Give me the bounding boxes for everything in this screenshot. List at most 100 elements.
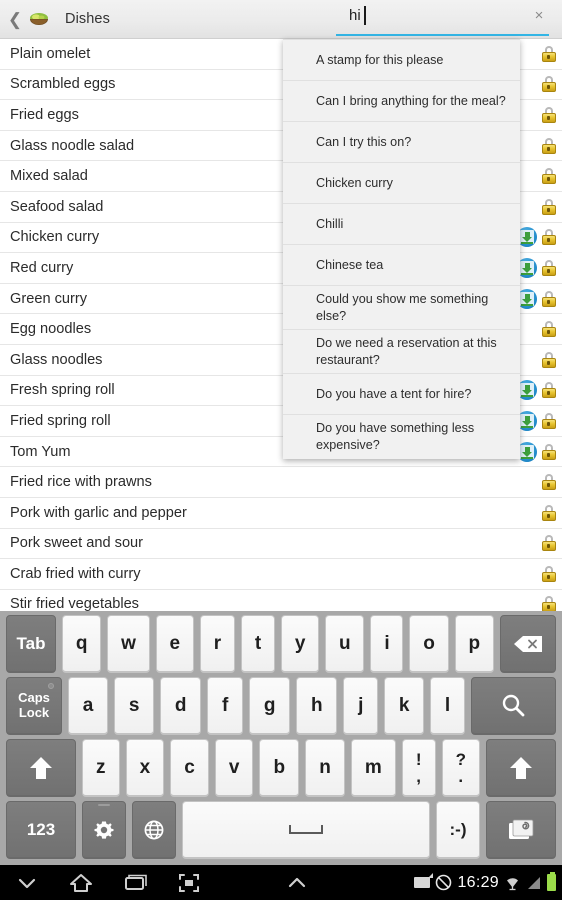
- key-v[interactable]: v: [214, 739, 254, 797]
- close-icon[interactable]: ×: [530, 7, 548, 25]
- suggestion-item[interactable]: Chilli: [283, 204, 520, 245]
- table-row[interactable]: Pork sweet and sour: [0, 528, 562, 560]
- lock-icon[interactable]: [541, 443, 556, 460]
- onscreen-keyboard[interactable]: Tab q w e r t y u i o p Caps Lock a s d …: [0, 611, 562, 865]
- lock-icon[interactable]: [541, 535, 556, 552]
- shift-arrow-icon-right[interactable]: [485, 739, 556, 797]
- lock-icon[interactable]: [541, 168, 556, 185]
- dish-name: Green curry: [10, 290, 88, 307]
- chevron-up-icon[interactable]: [270, 865, 324, 900]
- home-icon[interactable]: [54, 865, 108, 900]
- key-i[interactable]: i: [370, 615, 404, 673]
- no-sound-icon: [435, 874, 452, 891]
- table-row[interactable]: Stir fried vegetables: [0, 589, 562, 611]
- globe-icon[interactable]: [132, 801, 176, 859]
- key-h[interactable]: h: [296, 677, 338, 735]
- key-w[interactable]: w: [107, 615, 150, 673]
- key-m[interactable]: m: [350, 739, 396, 797]
- clipboard-icon[interactable]: [486, 801, 556, 859]
- suggestion-item[interactable]: Do you have a tent for hire?: [283, 374, 520, 416]
- lock-icon[interactable]: [541, 474, 556, 491]
- suggestion-item[interactable]: Could you show me something else?: [283, 286, 520, 331]
- suggestion-item[interactable]: Do we need a reservation at this restaur…: [283, 330, 520, 375]
- lock-icon[interactable]: [541, 596, 556, 611]
- key-exclamation-comma[interactable]: ! ,: [401, 739, 436, 797]
- key-e[interactable]: e: [155, 615, 194, 673]
- screen-capture-icon[interactable]: [162, 865, 216, 900]
- key-c[interactable]: c: [170, 739, 209, 797]
- lock-icon[interactable]: [541, 290, 556, 307]
- key-j[interactable]: j: [343, 677, 379, 735]
- download-icon[interactable]: [517, 227, 537, 248]
- suggestion-item[interactable]: A stamp for this please: [283, 40, 520, 81]
- lock-icon[interactable]: [541, 198, 556, 215]
- key-q[interactable]: q: [62, 615, 102, 673]
- row-icon-group: [541, 529, 556, 559]
- backspace-icon[interactable]: [499, 615, 556, 673]
- key-spacebar[interactable]: [182, 801, 430, 859]
- key-numeric-mode[interactable]: 123: [6, 801, 76, 859]
- key-g[interactable]: g: [249, 677, 291, 735]
- lock-icon[interactable]: [541, 382, 556, 399]
- lock-icon[interactable]: [541, 504, 556, 521]
- lock-icon[interactable]: [541, 45, 556, 62]
- key-emoticon[interactable]: :-): [436, 801, 480, 859]
- lock-icon[interactable]: [541, 76, 556, 93]
- gear-icon[interactable]: [82, 801, 126, 859]
- key-l[interactable]: l: [430, 677, 465, 735]
- key-p[interactable]: p: [454, 615, 494, 673]
- back-chevron-icon[interactable]: ❮: [5, 11, 25, 28]
- lock-icon[interactable]: [541, 412, 556, 429]
- shift-arrow-icon[interactable]: [6, 739, 76, 797]
- download-icon[interactable]: [517, 441, 537, 462]
- lock-icon[interactable]: [541, 137, 556, 154]
- key-s[interactable]: s: [114, 677, 155, 735]
- download-icon[interactable]: [517, 410, 537, 431]
- key-x[interactable]: x: [125, 739, 165, 797]
- lock-icon[interactable]: [541, 259, 556, 276]
- lock-icon[interactable]: [541, 351, 556, 368]
- lock-icon[interactable]: [541, 229, 556, 246]
- keyboard-indicator-icon[interactable]: [414, 873, 434, 888]
- key-z[interactable]: z: [82, 739, 120, 797]
- recents-icon[interactable]: [108, 865, 162, 900]
- lock-icon[interactable]: [541, 106, 556, 123]
- search-input[interactable]: hi: [349, 7, 361, 24]
- search-suggestions-dropdown[interactable]: A stamp for this please Can I bring anyth…: [283, 39, 520, 459]
- key-o[interactable]: o: [409, 615, 449, 673]
- key-y[interactable]: y: [280, 615, 320, 673]
- chevron-down-icon[interactable]: [0, 865, 54, 900]
- key-question-period[interactable]: ? .: [441, 739, 480, 797]
- lock-icon[interactable]: [541, 321, 556, 338]
- key-d[interactable]: d: [160, 677, 202, 735]
- key-u[interactable]: u: [325, 615, 365, 673]
- suggestion-item[interactable]: Do you have something less expensive?: [283, 415, 520, 459]
- key-f[interactable]: f: [207, 677, 244, 735]
- table-row[interactable]: Fried rice with prawns: [0, 467, 562, 498]
- suggestion-item[interactable]: Can I try this on?: [283, 122, 520, 163]
- table-row[interactable]: Crab fried with curry: [0, 559, 562, 590]
- key-question-label: ?: [455, 749, 466, 769]
- key-r[interactable]: r: [199, 615, 235, 673]
- key-n[interactable]: n: [305, 739, 345, 797]
- table-row[interactable]: Pork with garlic and pepper: [0, 497, 562, 529]
- download-icon[interactable]: [517, 257, 537, 278]
- search-icon[interactable]: [470, 677, 556, 735]
- download-icon[interactable]: [517, 380, 537, 401]
- suggestion-item[interactable]: Chinese tea: [283, 245, 520, 286]
- key-t[interactable]: t: [241, 615, 275, 673]
- key-k[interactable]: k: [384, 677, 425, 735]
- dish-name: Fried spring roll: [10, 412, 111, 429]
- key-caps-lock[interactable]: Caps Lock: [6, 677, 62, 735]
- suggestion-item[interactable]: Chicken curry: [283, 163, 520, 204]
- suggestion-item[interactable]: Can I bring anything for the meal?: [283, 81, 520, 122]
- keyboard-row-4: 123 :-): [3, 801, 559, 859]
- lock-icon[interactable]: [541, 565, 556, 582]
- key-a[interactable]: a: [68, 677, 109, 735]
- search-field[interactable]: hi ×: [336, 3, 554, 36]
- text-cursor: [364, 6, 366, 25]
- key-b[interactable]: b: [259, 739, 300, 797]
- caps-label-line1: Caps: [18, 689, 50, 705]
- key-tab[interactable]: Tab: [6, 615, 56, 673]
- download-icon[interactable]: [517, 288, 537, 309]
